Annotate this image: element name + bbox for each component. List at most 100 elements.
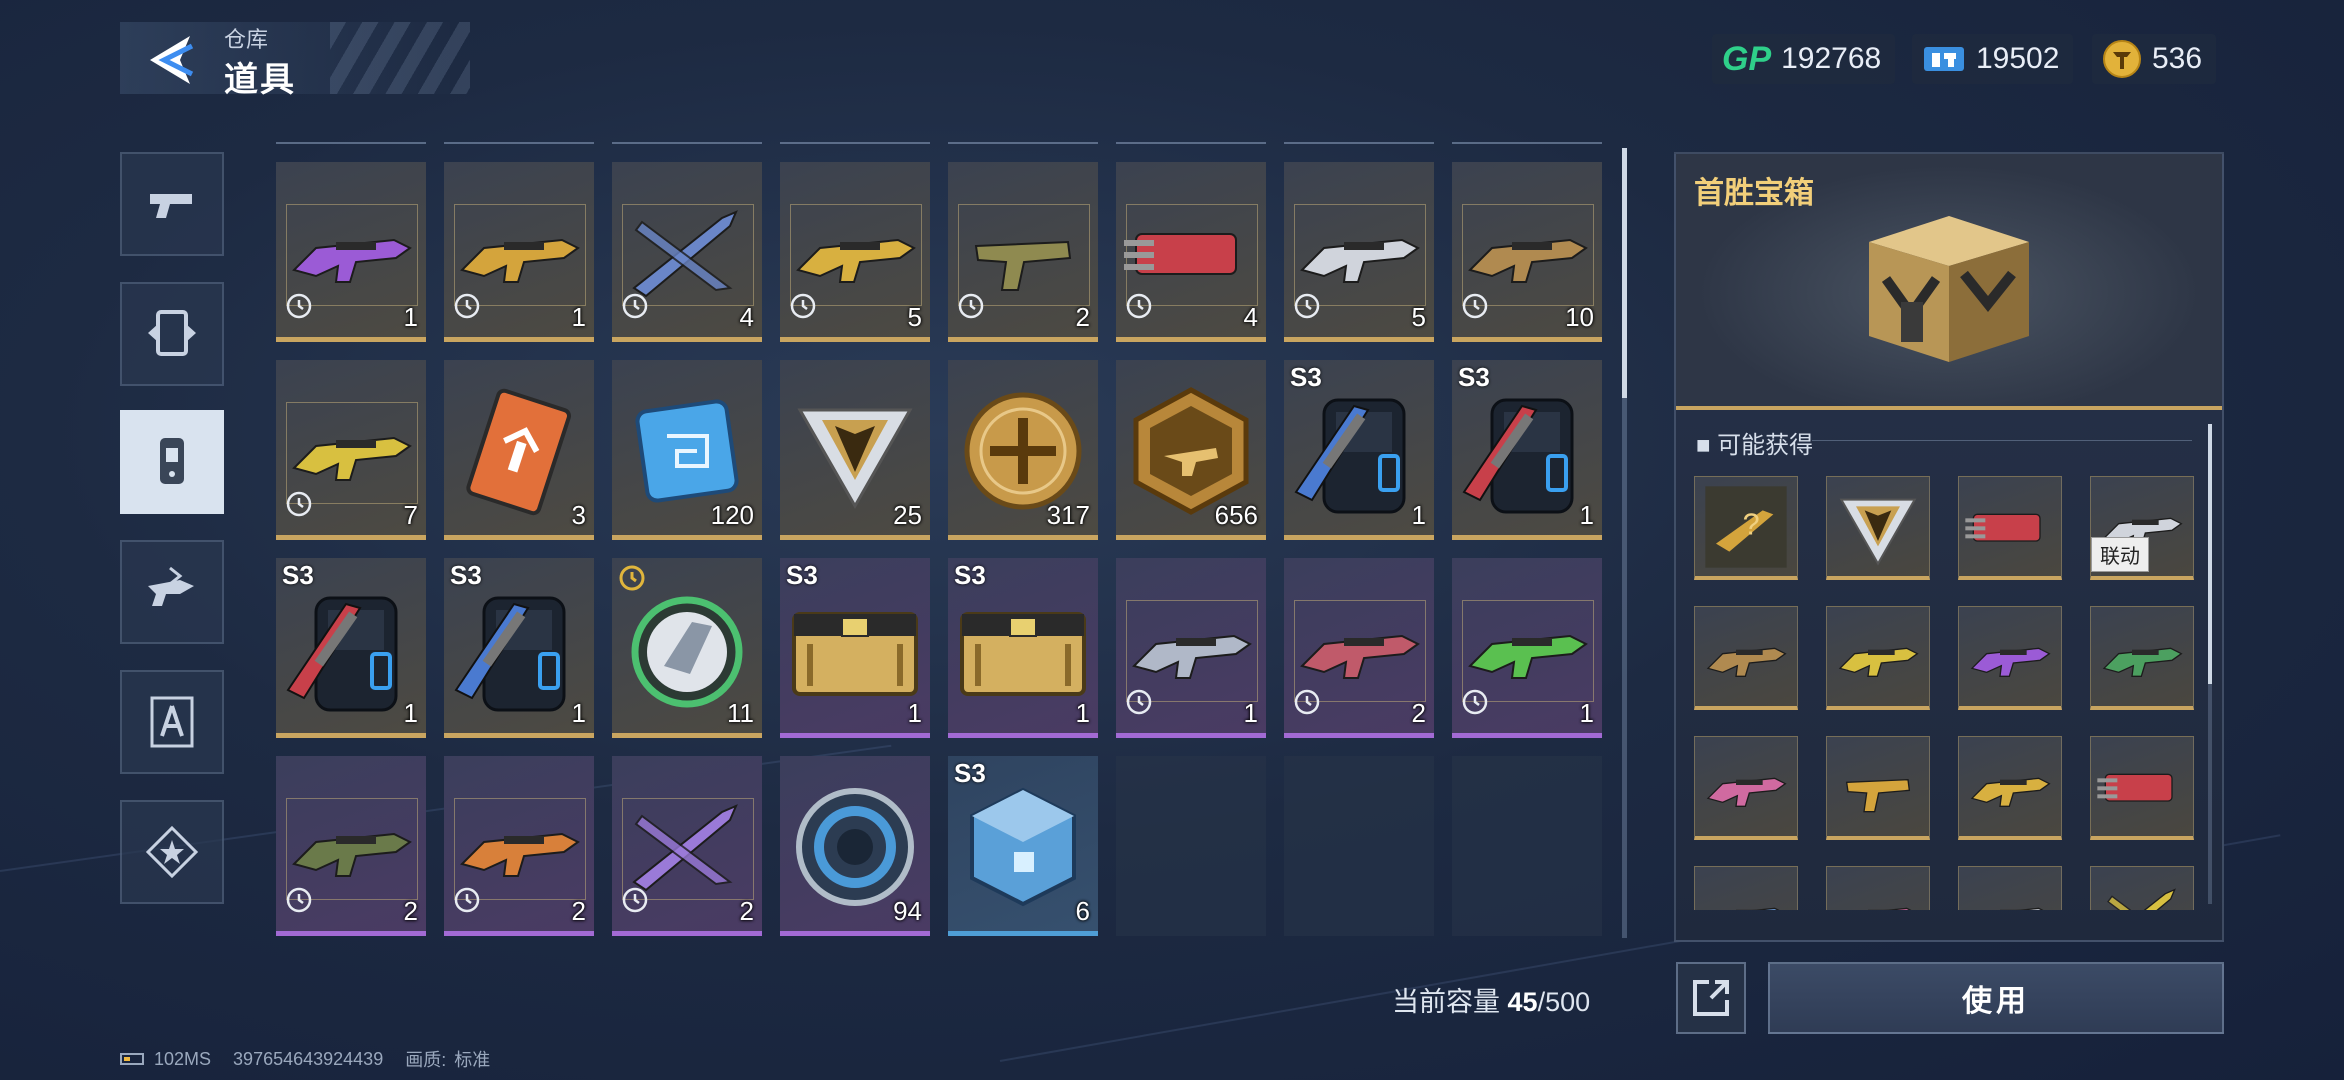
inventory-item[interactable]: S3 1 (780, 558, 930, 738)
item-count: 2 (1411, 698, 1426, 728)
inventory-item[interactable]: 10 (1452, 162, 1602, 342)
capacity-indicator: 当前容量 45/500 (1392, 980, 1590, 1019)
item-count: 4 (1243, 302, 1258, 332)
inventory-item[interactable]: 1 (276, 162, 426, 342)
reward-item[interactable] (1826, 606, 1930, 710)
reward-item[interactable] (1958, 606, 2062, 710)
reward-rifle-image (1970, 647, 2051, 677)
capacity-max: /500 (1537, 987, 1591, 1017)
quality-value: 标准 (454, 1050, 491, 1070)
tab-tools[interactable] (120, 670, 224, 774)
inventory-item[interactable]: 317 (948, 360, 1098, 540)
inventory-item[interactable]: S3 6 (948, 756, 1098, 936)
coin-value: 536 (2152, 42, 2203, 75)
rewards-list: ? 联动 (1676, 460, 2222, 910)
reward-rifle-image (1970, 777, 2051, 807)
inventory-item[interactable]: 2 (444, 756, 594, 936)
reward-item[interactable] (1694, 736, 1798, 840)
reward-item[interactable] (1958, 476, 2062, 580)
inventory-item[interactable]: 1 (1116, 558, 1266, 738)
svg-text:?: ? (1743, 507, 1760, 541)
item-count: 94 (893, 896, 922, 926)
inventory-item[interactable]: 11 (612, 558, 762, 738)
inventory-item[interactable]: 1 (1452, 558, 1602, 738)
reward-mystery-image: ? (1705, 486, 1787, 568)
inventory-item[interactable]: 25 (780, 360, 930, 540)
tab-skins[interactable] (120, 540, 224, 644)
reward-pistol-image (1845, 778, 1911, 813)
reward-item[interactable]: ? (1694, 476, 1798, 580)
card-icon (148, 310, 196, 356)
tab-items[interactable] (120, 410, 224, 514)
item-count: 4 (739, 302, 754, 332)
reward-item[interactable] (1826, 866, 1930, 910)
reward-item[interactable] (2090, 866, 2194, 910)
inventory-item[interactable]: 2 (948, 162, 1098, 342)
coin-icon (2103, 40, 2141, 78)
inventory-item[interactable]: 2 (276, 756, 426, 936)
ping-value: 102MS (154, 1048, 212, 1069)
inventory-item[interactable]: 2 (1284, 558, 1434, 738)
empty-slot (1452, 756, 1602, 936)
item-count: 1 (1411, 500, 1426, 530)
tag-icon (160, 438, 184, 484)
reward-item[interactable] (1826, 736, 1930, 840)
clock-icon (454, 887, 480, 913)
item-count: 3 (571, 500, 586, 530)
tab-weapons[interactable] (120, 152, 224, 256)
reward-item[interactable] (1694, 866, 1798, 910)
item-count: 120 (710, 500, 754, 530)
tab-cards[interactable] (120, 282, 224, 386)
capacity-label: 当前容量 (1392, 987, 1500, 1017)
gun-skin-icon (148, 566, 194, 606)
reward-item[interactable] (1958, 736, 2062, 840)
inventory-item[interactable]: S3 1 (1284, 360, 1434, 540)
detail-title: 首胜宝箱 (1694, 177, 1814, 210)
gp-icon: GP (1722, 39, 1772, 78)
inventory-item[interactable]: 656 (1116, 360, 1266, 540)
season-tag: S3 (786, 560, 818, 590)
inventory-item[interactable]: S3 1 (444, 558, 594, 738)
reward-rifle-image (1838, 647, 1919, 677)
inventory-item[interactable]: 3 (444, 360, 594, 540)
empty-slot (1116, 756, 1266, 936)
use-button[interactable]: 使用 (1768, 962, 2224, 1034)
clock-icon (454, 293, 480, 319)
reward-item[interactable] (1826, 476, 1930, 580)
inventory-item[interactable]: S3 1 (948, 558, 1098, 738)
inventory-item[interactable]: S3 1 (1452, 360, 1602, 540)
inventory-item[interactable]: 2 (612, 756, 762, 936)
clock-icon (1294, 689, 1320, 715)
tab-favorites[interactable] (120, 800, 224, 904)
item-count: 2 (403, 896, 418, 926)
reward-item[interactable] (2090, 736, 2194, 840)
reward-item[interactable]: 联动 (2090, 476, 2194, 580)
inventory-item[interactable]: 7 (276, 360, 426, 540)
inventory-item[interactable]: 4 (612, 162, 762, 342)
inventory-item[interactable]: 5 (780, 162, 930, 342)
item-count: 1 (1579, 500, 1594, 530)
grid-scrollbar-thumb[interactable] (1622, 148, 1627, 398)
inventory-item[interactable]: S3 1 (276, 558, 426, 738)
reward-item[interactable] (1694, 606, 1798, 710)
inventory-item[interactable]: 4 (1116, 162, 1266, 342)
section-divider (1812, 440, 2192, 441)
share-button[interactable] (1676, 962, 1746, 1034)
item-count: 11 (727, 698, 754, 728)
clock-icon (1126, 689, 1152, 715)
reward-item[interactable] (1958, 866, 2062, 910)
clock-icon (1126, 293, 1152, 319)
rewards-scrollbar-thumb[interactable] (2208, 424, 2212, 684)
inventory-item[interactable]: 5 (1284, 162, 1434, 342)
reward-triangle-image (1839, 498, 1917, 566)
reward-item[interactable] (2090, 606, 2194, 710)
reward-rifle-image (1706, 777, 1787, 807)
inventory-item[interactable]: 94 (780, 756, 930, 936)
quality-label: 画质: (405, 1050, 447, 1070)
item-count: 1 (907, 698, 922, 728)
inventory-item[interactable]: 120 (612, 360, 762, 540)
item-count: 2 (1075, 302, 1090, 332)
inventory-item[interactable]: 1 (444, 162, 594, 342)
back-button[interactable] (140, 30, 200, 90)
clock-icon (1462, 293, 1488, 319)
